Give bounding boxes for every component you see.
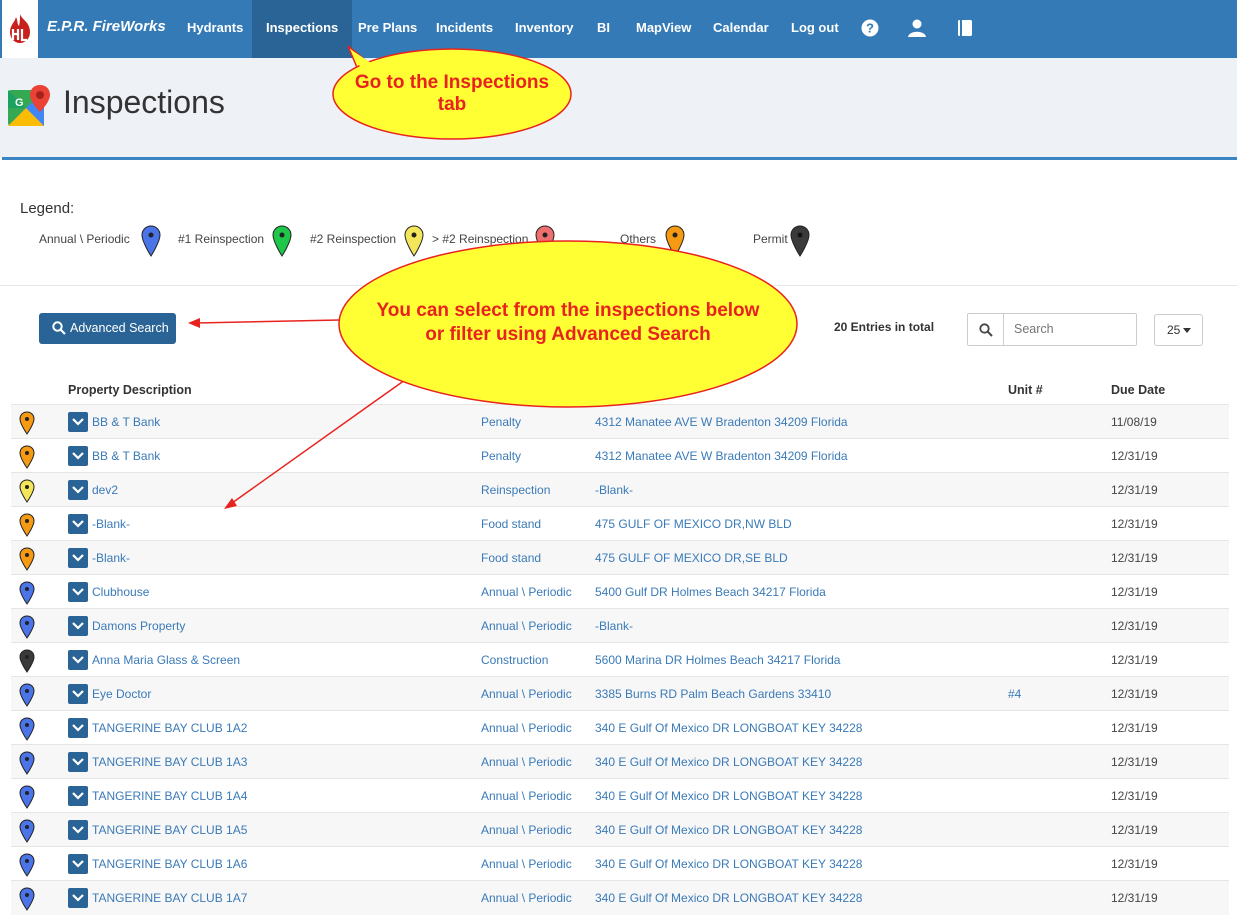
search-callout-arrows [188,318,406,509]
search-callout-text: You can select from the inspections belo… [336,299,800,347]
search-callout-line-2: or filter using Advanced Search [425,324,711,345]
search-callout-line-1: You can select from the inspections belo… [376,300,760,321]
